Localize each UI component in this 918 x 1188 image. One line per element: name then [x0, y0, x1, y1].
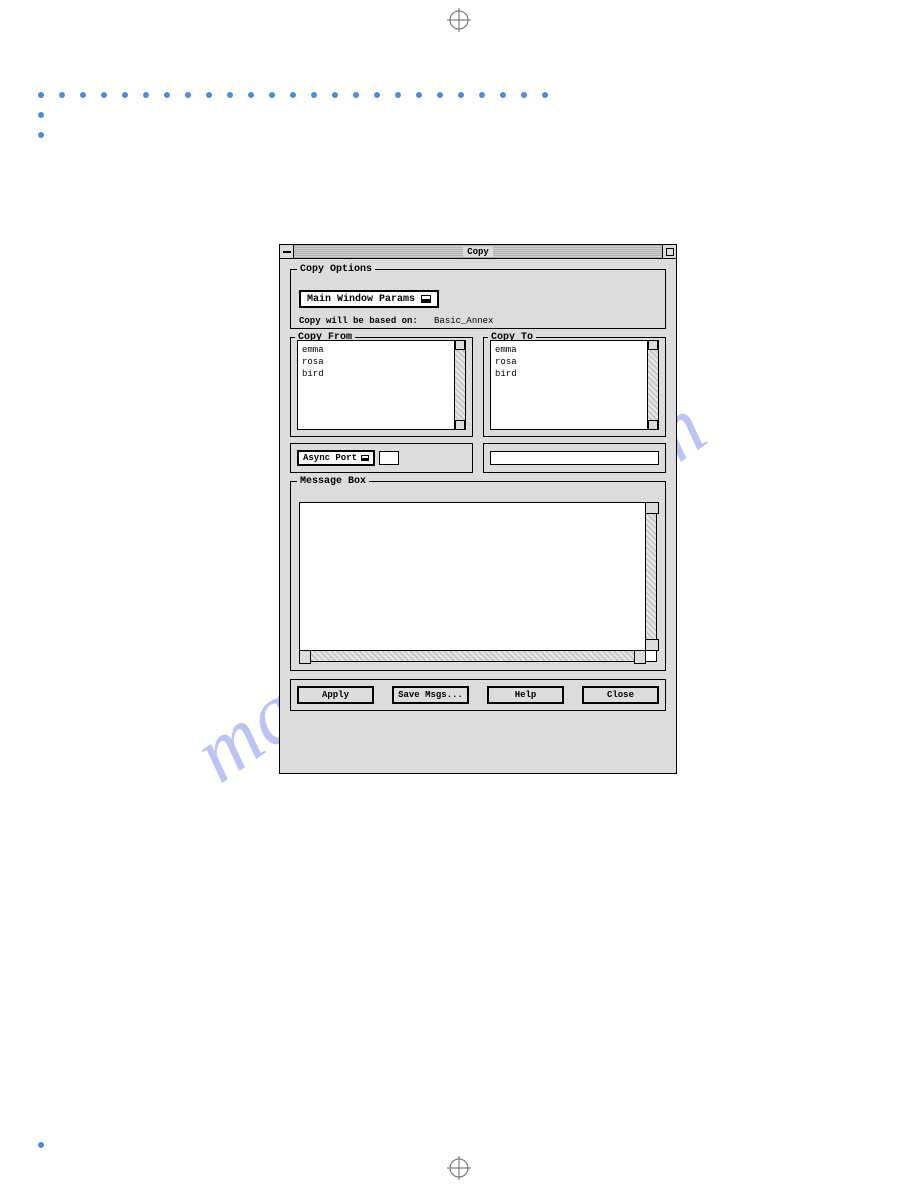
scrollbar-vertical[interactable] — [645, 502, 657, 651]
main-window-params-menu[interactable]: Main Window Params — [299, 290, 439, 308]
copy-from-group: Copy From emma rosa bird — [290, 337, 473, 437]
list-item[interactable]: rosa — [302, 356, 461, 368]
copy-to-list[interactable]: emma rosa bird — [490, 340, 659, 430]
list-item[interactable]: bird — [495, 368, 654, 380]
titlebar[interactable]: Copy — [280, 245, 676, 259]
list-item[interactable]: bird — [302, 368, 461, 380]
copy-dialog: Copy Copy Options Main Window Params Cop… — [279, 244, 677, 774]
list-item[interactable]: emma — [302, 344, 461, 356]
port-text-field-small[interactable] — [379, 451, 399, 465]
footer-dot — [38, 1142, 44, 1148]
crop-mark-top — [447, 8, 471, 32]
copy-options-legend: Copy Options — [297, 264, 375, 275]
list-item[interactable]: rosa — [495, 356, 654, 368]
apply-button[interactable]: Apply — [297, 686, 374, 704]
message-box-legend: Message Box — [297, 476, 369, 487]
close-button[interactable]: Close — [582, 686, 659, 704]
header-dots — [38, 92, 568, 98]
to-text-field[interactable] — [490, 451, 659, 465]
system-menu-icon[interactable] — [280, 245, 294, 258]
button-row: Apply Save Msgs... Help Close — [290, 679, 666, 711]
window-title: Copy — [463, 247, 493, 257]
save-msgs-button[interactable]: Save Msgs... — [392, 686, 469, 704]
option-indicator-icon — [421, 295, 431, 303]
to-panel — [483, 443, 666, 473]
copy-options-group: Copy Options Main Window Params Copy wil… — [290, 269, 666, 329]
port-menu-label: Async Port — [303, 453, 357, 463]
option-menu-label: Main Window Params — [307, 294, 415, 305]
list-item[interactable]: emma — [495, 344, 654, 356]
minimize-icon[interactable] — [662, 245, 676, 258]
async-port-menu[interactable]: Async Port — [297, 450, 375, 466]
message-box-group: Message Box — [290, 481, 666, 671]
help-button[interactable]: Help — [487, 686, 564, 704]
crop-mark-bottom — [447, 1156, 471, 1180]
scrollbar-vertical[interactable] — [454, 340, 466, 430]
option-indicator-icon — [361, 455, 369, 461]
port-panel: Async Port — [290, 443, 473, 473]
copy-from-list[interactable]: emma rosa bird — [297, 340, 466, 430]
copy-to-group: Copy To emma rosa bird — [483, 337, 666, 437]
scrollbar-vertical[interactable] — [647, 340, 659, 430]
message-area[interactable] — [299, 502, 657, 662]
scrollbar-horizontal[interactable] — [299, 650, 646, 662]
based-on-value: Basic_Annex — [434, 316, 493, 326]
header-dots-vertical — [38, 92, 44, 138]
based-on-label: Copy will be based on: — [299, 316, 418, 326]
